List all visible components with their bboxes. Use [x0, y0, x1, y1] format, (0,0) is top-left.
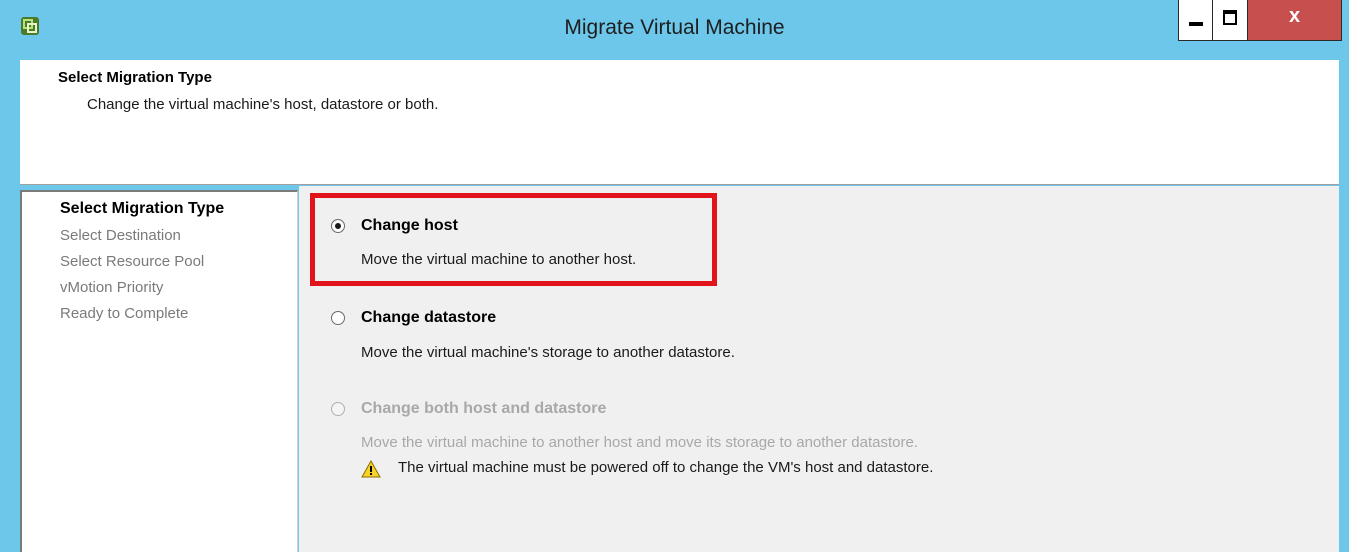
step-select-migration-type[interactable]: Select Migration Type: [60, 200, 224, 218]
step-vmotion-priority: vMotion Priority: [60, 279, 164, 296]
change-both-description: Move the virtual machine to another host…: [361, 434, 918, 451]
change-both-radio: [331, 402, 345, 416]
change-host-highlight-box: [310, 193, 717, 286]
header-title: Select Migration Type: [58, 69, 212, 86]
change-datastore-label[interactable]: Change datastore: [361, 309, 496, 327]
step-select-resource-pool: Select Resource Pool: [60, 253, 205, 270]
close-button[interactable]: x: [1248, 0, 1342, 41]
change-datastore-radio[interactable]: [331, 311, 345, 325]
minimize-button[interactable]: [1178, 0, 1213, 41]
header-subtitle: Change the virtual machine's host, datas…: [87, 96, 439, 113]
maximize-icon: [1223, 10, 1237, 25]
change-both-label: Change both host and datastore: [361, 400, 607, 417]
step-ready-to-complete: Ready to Complete: [60, 305, 189, 322]
close-icon: x: [1288, 5, 1301, 27]
warning-icon: [361, 460, 381, 478]
wizard-steps-panel: Select Migration Type Select Destination…: [20, 190, 298, 552]
minimize-icon: [1189, 22, 1203, 26]
power-off-warning: The virtual machine must be powered off …: [398, 459, 934, 476]
step-select-destination: Select Destination: [60, 227, 181, 244]
title-bar[interactable]: Migrate Virtual Machine x: [0, 0, 1349, 60]
window-title: Migrate Virtual Machine: [564, 16, 785, 39]
change-datastore-description: Move the virtual machine's storage to an…: [361, 344, 735, 361]
wizard-header: Select Migration Type Change the virtual…: [20, 60, 1339, 185]
maximize-button[interactable]: [1213, 0, 1248, 41]
window-right-border: [1339, 60, 1349, 552]
migrate-vm-window: Migrate Virtual Machine x Select Migrati…: [0, 0, 1349, 552]
